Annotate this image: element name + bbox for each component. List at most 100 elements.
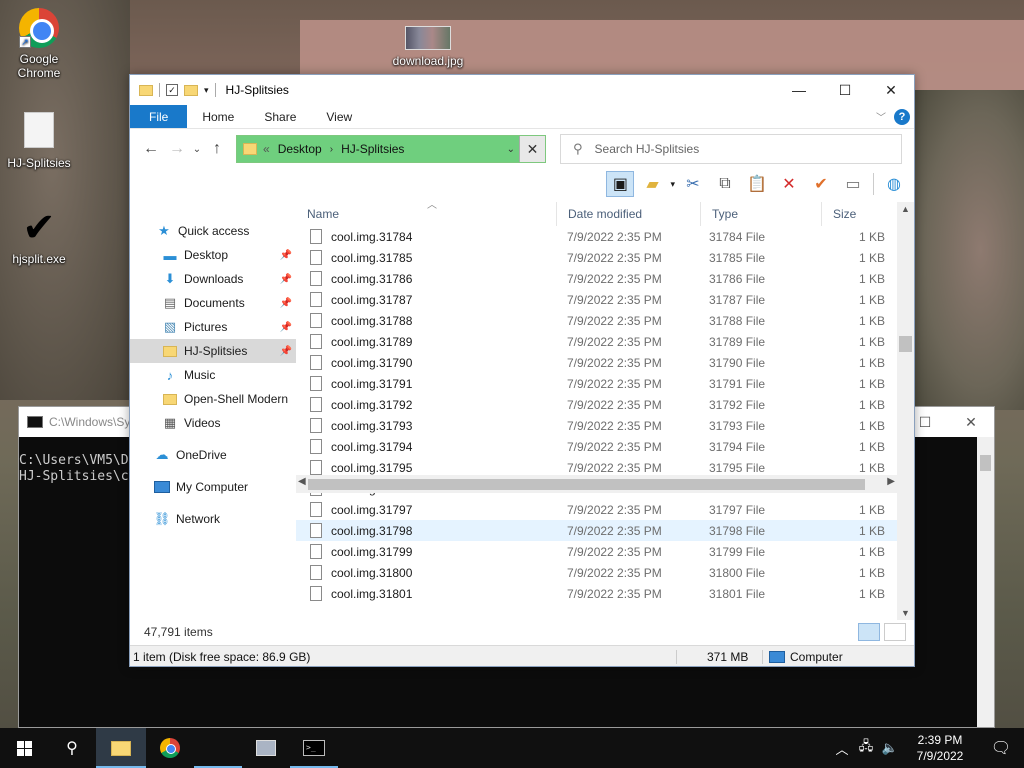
scroll-up-icon[interactable]: ▲ — [897, 204, 914, 214]
taskbar-hjsplit[interactable] — [242, 728, 290, 768]
scroll-down-icon[interactable]: ▼ — [897, 608, 914, 618]
forward-button[interactable]: → — [164, 140, 190, 158]
file-row[interactable]: cool.img.31789 7/9/2022 2:35 PM 31789 File… — [296, 331, 914, 352]
file-row[interactable]: cool.img.31801 7/9/2022 2:35 PM 31801 File… — [296, 583, 914, 604]
clock[interactable]: 2:39 PM 7/9/2022 — [902, 732, 978, 764]
column-header-size[interactable]: Size — [822, 202, 892, 226]
taskbar-blank-app[interactable] — [194, 728, 242, 768]
new-folder-dropdown-icon[interactable]: ▾ — [670, 179, 675, 190]
minimize-button[interactable]: — — [776, 75, 822, 105]
tab-share[interactable]: Share — [249, 105, 311, 128]
select-icon[interactable]: ✔ — [807, 171, 835, 197]
window-title: HJ-Splitsies — [225, 83, 289, 97]
tab-file[interactable]: File — [130, 105, 188, 128]
taskbar-file-explorer[interactable] — [96, 728, 146, 768]
desktop-icon-download-jpg[interactable]: download.jpg — [388, 26, 468, 68]
desktop-icon-hjsplit-exe[interactable]: ✔ hjsplit.exe — [0, 208, 79, 266]
expand-ribbon-icon[interactable]: ﹀ — [876, 109, 886, 124]
horizontal-scrollbar[interactable]: ◀ ▶ — [296, 475, 897, 493]
file-row[interactable]: cool.img.31797 7/9/2022 2:35 PM 31797 File… — [296, 499, 914, 520]
up-button[interactable]: ↑ — [204, 140, 230, 158]
nav-item-documents[interactable]: ▤ Documents 📌 — [130, 291, 296, 315]
file-list[interactable]: ︿ Name Date modified Type Size cool.img.… — [296, 202, 914, 620]
nav-item-network[interactable]: ⛓ Network — [130, 507, 296, 531]
address-dropdown-icon[interactable]: ⌄ — [507, 144, 515, 155]
chevron-up-icon[interactable]: ︿ — [830, 739, 854, 758]
new-folder-icon[interactable]: ▰ — [638, 171, 666, 197]
details-view-button[interactable] — [858, 623, 880, 641]
help-icon[interactable]: ? — [894, 108, 910, 125]
search-button[interactable]: ⚲ — [48, 728, 96, 768]
file-row[interactable]: cool.img.31792 7/9/2022 2:35 PM 31792 File… — [296, 394, 914, 415]
file-row[interactable]: cool.img.31786 7/9/2022 2:35 PM 31786 File… — [296, 268, 914, 289]
file-row[interactable]: cool.img.31784 7/9/2022 2:35 PM 31784 File… — [296, 226, 914, 247]
horizontal-scroll-thumb[interactable] — [308, 479, 865, 490]
desktop-icon-chrome[interactable]: ↗ Google Chrome — [0, 8, 79, 80]
nav-item-quick-access[interactable]: ★ Quick access — [130, 219, 296, 243]
breadcrumb-overflow[interactable]: « — [263, 142, 270, 156]
column-header-date-modified[interactable]: Date modified — [557, 202, 701, 226]
scroll-right-icon[interactable]: ▶ — [887, 476, 895, 487]
close-button[interactable]: ✕ — [868, 75, 914, 105]
navigation-pane[interactable]: ★ Quick access ▬ Desktop 📌 ⬇ Downloads 📌… — [130, 202, 296, 620]
breadcrumb-hj-splitsies[interactable]: HJ-Splitsies — [341, 142, 404, 156]
file-row[interactable]: cool.img.31790 7/9/2022 2:35 PM 31790 File… — [296, 352, 914, 373]
start-button[interactable] — [0, 728, 48, 768]
nav-item-pictures[interactable]: ▧ Pictures 📌 — [130, 315, 296, 339]
console-close-button[interactable]: ✕ — [948, 414, 994, 431]
file-row[interactable]: cool.img.31798 7/9/2022 2:35 PM 31798 File… — [296, 520, 914, 541]
file-icon — [310, 229, 322, 244]
desktop-icon-hj-splitsies[interactable]: HJ-Splitsies — [0, 112, 79, 170]
nav-item-onedrive[interactable]: ☁ OneDrive — [130, 443, 296, 467]
vertical-scroll-thumb[interactable] — [899, 336, 912, 352]
qat-dropdown-icon[interactable]: ▾ — [204, 85, 209, 96]
properties-icon[interactable]: ✓ — [166, 84, 178, 96]
file-row[interactable]: cool.img.31787 7/9/2022 2:35 PM 31787 File… — [296, 289, 914, 310]
large-icons-view-button[interactable] — [884, 623, 906, 641]
copy-icon[interactable]: ⧉ — [711, 171, 739, 197]
nav-item-music[interactable]: ♪ Music — [130, 363, 296, 387]
console-scrollbar[interactable] — [977, 437, 994, 727]
file-row[interactable]: cool.img.31791 7/9/2022 2:35 PM 31791 File… — [296, 373, 914, 394]
address-bar[interactable]: « Desktop › HJ-Splitsies ⌄ ✕ — [236, 135, 546, 163]
nav-item-desktop[interactable]: ▬ Desktop 📌 — [130, 243, 296, 267]
tab-view[interactable]: View — [311, 105, 367, 128]
notifications-button[interactable]: 🗨 — [978, 728, 1024, 768]
maximize-button[interactable]: ☐ — [822, 75, 868, 105]
column-header-type[interactable]: Type — [701, 202, 822, 226]
clear-address-button[interactable]: ✕ — [519, 136, 545, 162]
delete-icon[interactable]: ✕ — [775, 171, 803, 197]
file-row[interactable]: cool.img.31794 7/9/2022 2:35 PM 31794 File… — [296, 436, 914, 457]
file-row[interactable]: cool.img.31785 7/9/2022 2:35 PM 31785 File… — [296, 247, 914, 268]
file-row[interactable]: cool.img.31788 7/9/2022 2:35 PM 31788 File… — [296, 310, 914, 331]
volume-icon[interactable]: 🔈 — [878, 740, 902, 756]
file-row[interactable]: cool.img.31800 7/9/2022 2:35 PM 31800 File… — [296, 562, 914, 583]
file-row[interactable]: cool.img.31799 7/9/2022 2:35 PM 31799 File… — [296, 541, 914, 562]
breadcrumb-desktop[interactable]: Desktop — [278, 142, 322, 156]
nav-item-downloads[interactable]: ⬇ Downloads 📌 — [130, 267, 296, 291]
tab-home[interactable]: Home — [187, 105, 249, 128]
file-row[interactable]: cool.img.31793 7/9/2022 2:35 PM 31793 File… — [296, 415, 914, 436]
taskbar-command-prompt[interactable]: >_ — [290, 728, 338, 768]
globe-icon[interactable]: ◍ — [880, 171, 908, 197]
nav-item-open-shell-modern[interactable]: Open-Shell Modern — [130, 387, 296, 411]
nav-item-my-computer[interactable]: My Computer — [130, 475, 296, 499]
search-box[interactable]: ⚲ Search HJ-Splitsies — [560, 134, 902, 164]
nav-item-hj-splitsies[interactable]: HJ-Splitsies 📌 — [130, 339, 296, 363]
network-icon[interactable]: 🖧 — [854, 737, 878, 759]
taskbar-chrome[interactable] — [146, 728, 194, 768]
back-button[interactable]: ← — [138, 140, 164, 158]
paste-icon[interactable]: 📋 — [743, 171, 771, 197]
recent-locations-button[interactable]: ⌄ — [190, 144, 204, 155]
console-scroll-thumb[interactable] — [980, 455, 991, 471]
nav-item-videos[interactable]: ▦ Videos — [130, 411, 296, 435]
title-bar[interactable]: ✓ ▾ HJ-Splitsies — ☐ ✕ — [130, 75, 914, 105]
vertical-scrollbar[interactable]: ▲ ▼ — [897, 202, 914, 620]
cut-icon[interactable]: ✂ — [679, 171, 707, 197]
chevron-right-icon[interactable]: › — [330, 144, 333, 155]
explorer-window[interactable]: ✓ ▾ HJ-Splitsies — ☐ ✕ File Home Share V… — [129, 74, 915, 667]
new-folder-icon[interactable] — [184, 84, 198, 96]
rename-icon[interactable]: ▭ — [839, 171, 867, 197]
scroll-left-icon[interactable]: ◀ — [298, 476, 306, 487]
preview-pane-icon[interactable]: ▣ — [606, 171, 635, 197]
